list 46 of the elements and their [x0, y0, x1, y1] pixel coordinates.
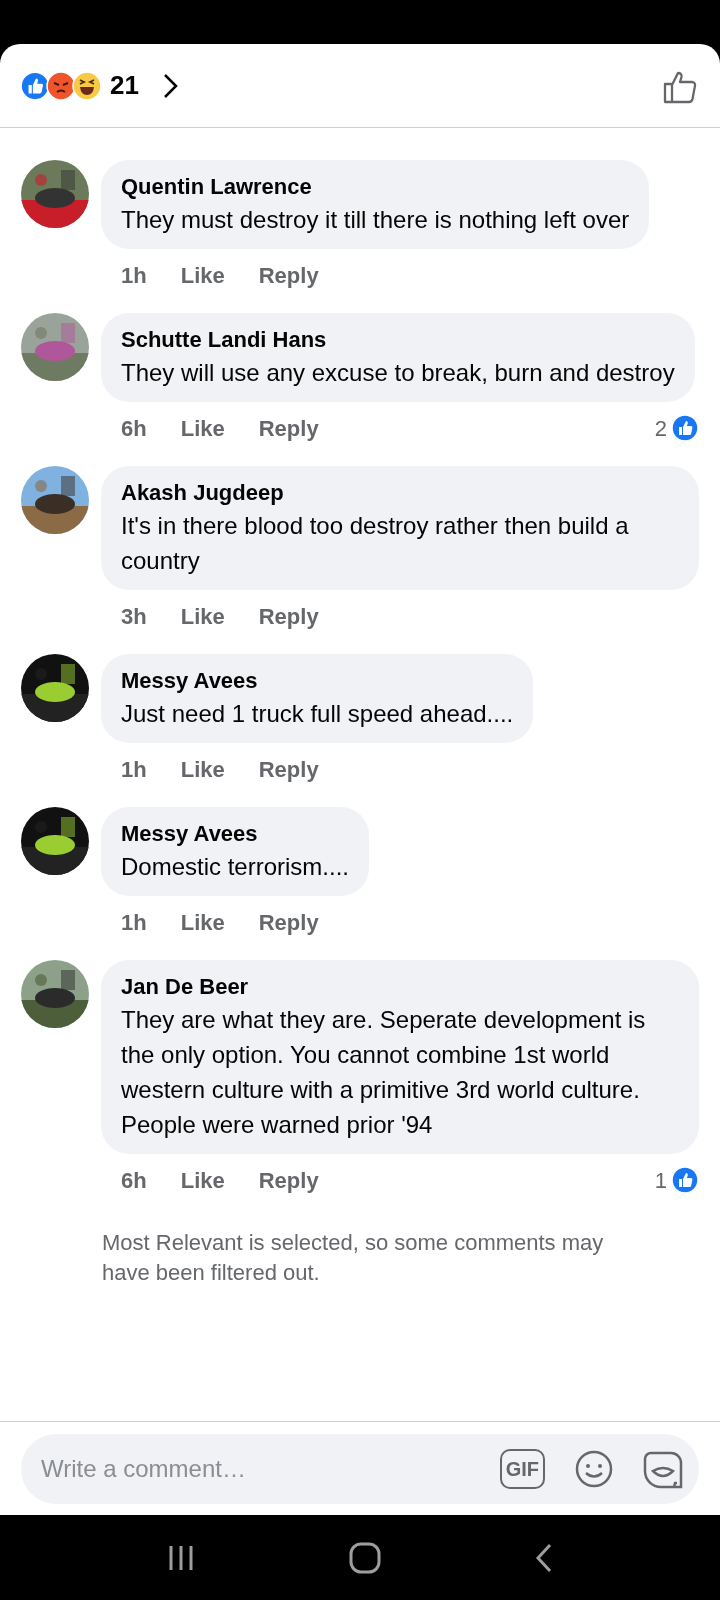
comment-text: They are what they are. Seperate development is the only option. You cannot combine 1st world western culture with a primitive 3rd world culture. People were warned prior '94	[121, 1005, 647, 1140]
reaction-count: 1	[654, 1166, 667, 1195]
comment-time: 6h	[121, 1166, 147, 1195]
comment-input[interactable]: Write a comment…	[41, 1450, 492, 1487]
comment-time: 3h	[121, 602, 147, 631]
comment-field[interactable]: Write a comment… GIF	[21, 1433, 699, 1504]
reaction-count: 2	[654, 414, 667, 443]
comment-text: It's in there blood too destroy rather then build a country	[121, 511, 630, 576]
home-icon[interactable]	[349, 1541, 381, 1574]
laughing-face-icon	[72, 70, 102, 101]
comment-text: Just need 1 truck full speed ahead....	[121, 699, 514, 729]
gif-button[interactable]: GIF	[499, 1448, 545, 1489]
like-link[interactable]: Like	[180, 752, 225, 786]
reply-link[interactable]: Reply	[258, 411, 319, 445]
reply-link[interactable]: Reply	[258, 1163, 319, 1197]
comment-author[interactable]: Quentin Lawrence	[121, 172, 630, 202]
angry-face-icon	[46, 70, 76, 101]
like-reaction-icon	[20, 70, 50, 101]
filter-note: Most Relevant is selected, so some comments may have been filtered out.	[101, 1229, 605, 1287]
reply-link[interactable]: Reply	[258, 258, 319, 292]
reaction-count: 21	[110, 69, 139, 102]
reactions-summary[interactable]: 21	[20, 66, 181, 105]
comment-time: 1h	[121, 261, 147, 290]
comment-text: They will use any excuse to break, burn and destroy	[121, 358, 675, 388]
comment-text: Domestic terrorism....	[121, 852, 350, 882]
comment-author[interactable]: Akash Jugdeep	[121, 478, 679, 508]
reply-link[interactable]: Reply	[258, 752, 319, 786]
like-link[interactable]: Like	[180, 1163, 225, 1197]
comment-time: 1h	[121, 908, 147, 937]
back-icon[interactable]	[533, 1541, 554, 1574]
reply-link[interactable]: Reply	[258, 905, 319, 939]
emoji-icon[interactable]	[575, 1449, 613, 1488]
comment-author[interactable]: Messy Avees	[121, 819, 350, 849]
like-link[interactable]: Like	[180, 258, 225, 292]
like-link[interactable]: Like	[180, 411, 225, 445]
reply-link[interactable]: Reply	[258, 599, 319, 633]
like-reaction-icon	[671, 414, 699, 442]
like-reaction-icon	[671, 1166, 699, 1194]
comment-author[interactable]: Messy Avees	[121, 666, 514, 696]
comment-author[interactable]: Jan De Beer	[121, 972, 679, 1002]
comment-time: 6h	[121, 414, 147, 443]
like-link[interactable]: Like	[180, 599, 225, 633]
comment-text: They must destroy it till there is nothing left over	[121, 205, 630, 235]
comment-time: 1h	[121, 755, 147, 784]
comment-author[interactable]: Schutte Landi Hans	[121, 325, 675, 355]
like-link[interactable]: Like	[180, 905, 225, 939]
